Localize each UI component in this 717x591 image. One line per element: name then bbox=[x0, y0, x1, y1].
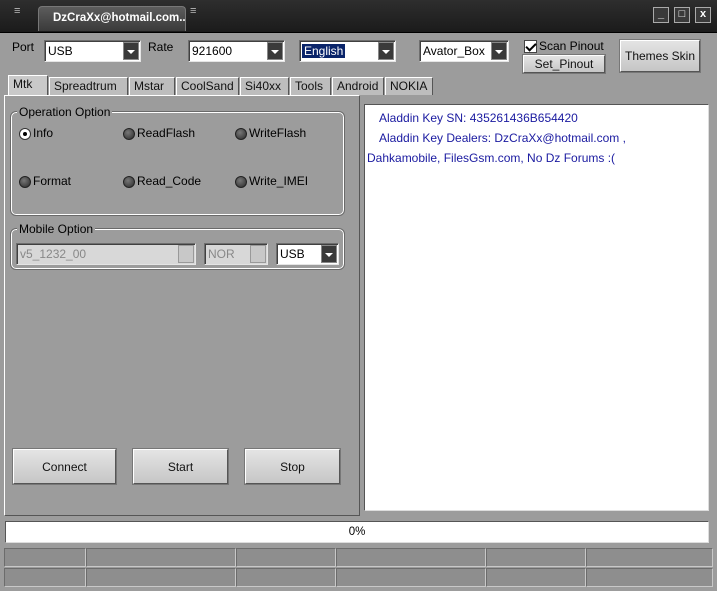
info-radio[interactable] bbox=[19, 128, 31, 140]
status-bar bbox=[0, 548, 717, 591]
box-value: Avator_Box bbox=[423, 44, 485, 58]
status-cell bbox=[586, 568, 713, 587]
tab-android[interactable]: Android bbox=[332, 77, 384, 95]
rate-label: Rate bbox=[148, 40, 174, 54]
rate-value: 921600 bbox=[192, 44, 233, 58]
flash-type-dropdown-button[interactable] bbox=[250, 245, 266, 263]
info-label: Info bbox=[33, 126, 54, 140]
log-output[interactable]: Aladdin Key SN: 435261436B654420 Aladdin… bbox=[364, 104, 709, 511]
status-cell bbox=[336, 568, 486, 587]
model-select[interactable]: v5_1232_00 bbox=[16, 243, 196, 265]
set-pinout-label: Set_Pinout bbox=[534, 57, 594, 71]
status-cell bbox=[336, 548, 486, 567]
write-imei-radio[interactable] bbox=[235, 176, 247, 188]
maximize-button[interactable]: □ bbox=[674, 7, 690, 23]
tab-nokia[interactable]: NOKIA bbox=[385, 77, 433, 95]
operation-option-title: Operation Option bbox=[17, 105, 113, 119]
log-line: Aladdin Key SN: 435261436B654420 bbox=[379, 111, 578, 125]
status-cell bbox=[236, 548, 336, 567]
right-grip-icon: ≡ bbox=[190, 5, 197, 17]
language-select[interactable]: English bbox=[299, 40, 396, 62]
tab-coolsand[interactable]: CoolSand bbox=[176, 77, 239, 95]
port-label: Port bbox=[12, 40, 35, 54]
format-label: Format bbox=[33, 174, 72, 188]
stop-label: Stop bbox=[280, 460, 305, 474]
model-dropdown-button[interactable] bbox=[178, 245, 194, 263]
port-value: USB bbox=[48, 44, 73, 58]
tab-si40xx[interactable]: Si40xx bbox=[240, 77, 289, 95]
connect-label: Connect bbox=[42, 460, 87, 474]
minimize-button[interactable]: _ bbox=[653, 7, 669, 23]
mtk-panel: Operation Option Info ReadFlash WriteFla… bbox=[4, 95, 360, 516]
log-line: Dahkamobile, FilesGsm.com, No Dz Forums … bbox=[367, 151, 616, 165]
status-cell bbox=[486, 548, 586, 567]
rate-select[interactable]: 921600 bbox=[188, 40, 285, 62]
port-select[interactable]: USB bbox=[44, 40, 141, 62]
format-radio[interactable] bbox=[19, 176, 31, 188]
connection-value: USB bbox=[280, 247, 305, 261]
themes-skin-label: Themes Skin bbox=[624, 49, 696, 63]
set-pinout-button[interactable]: Set_Pinout bbox=[522, 54, 606, 74]
writeflash-label: WriteFlash bbox=[249, 126, 307, 140]
chevron-down-icon[interactable] bbox=[321, 245, 337, 263]
tab-spreadtrum[interactable]: Spreadtrum bbox=[49, 77, 128, 95]
status-cell bbox=[86, 548, 236, 567]
box-select[interactable]: Avator_Box bbox=[419, 40, 509, 62]
status-cell bbox=[4, 548, 86, 567]
status-cell bbox=[4, 568, 86, 587]
flash-type-select[interactable]: NOR bbox=[204, 243, 268, 265]
chevron-down-icon[interactable] bbox=[267, 42, 283, 60]
mobile-option-title: Mobile Option bbox=[17, 222, 96, 236]
window-title: DzCraXx@hotmail.com.. bbox=[53, 12, 186, 24]
progress-label: 0% bbox=[348, 526, 366, 538]
themes-skin-button[interactable]: Themes Skin bbox=[619, 39, 701, 73]
language-value: English bbox=[302, 44, 346, 58]
scan-pinout-label: Scan Pinout bbox=[539, 39, 604, 53]
title-bar: ≡ DzCraXx@hotmail.com.. ≡ _ □ x bbox=[0, 0, 717, 33]
start-button[interactable]: Start bbox=[132, 448, 229, 485]
read-code-radio[interactable] bbox=[123, 176, 135, 188]
readflash-radio[interactable] bbox=[123, 128, 135, 140]
read-code-label: Read_Code bbox=[137, 174, 202, 188]
connect-button[interactable]: Connect bbox=[12, 448, 117, 485]
model-value: v5_1232_00 bbox=[20, 247, 87, 261]
write-imei-label: Write_IMEI bbox=[249, 174, 309, 188]
status-cell bbox=[586, 548, 713, 567]
scan-pinout-checkbox[interactable] bbox=[524, 40, 537, 53]
chevron-down-icon[interactable] bbox=[123, 42, 139, 60]
mobile-option-group: Mobile Option v5_1232_00 NOR USB bbox=[10, 222, 345, 270]
left-grip-icon: ≡ bbox=[14, 5, 21, 17]
writeflash-radio[interactable] bbox=[235, 128, 247, 140]
status-cell bbox=[486, 568, 586, 587]
log-line: Aladdin Key Dealers: DzCraXx@hotmail.com… bbox=[379, 131, 626, 145]
operation-option-group: Operation Option Info ReadFlash WriteFla… bbox=[10, 105, 345, 216]
readflash-label: ReadFlash bbox=[137, 126, 196, 140]
chevron-down-icon[interactable] bbox=[378, 42, 394, 60]
tab-mstar[interactable]: Mstar bbox=[129, 77, 175, 95]
chevron-down-icon[interactable] bbox=[491, 42, 507, 60]
flash-type-value: NOR bbox=[208, 247, 235, 261]
close-button[interactable]: x bbox=[695, 7, 711, 23]
progress-bar: 0% bbox=[5, 521, 709, 543]
status-cell bbox=[236, 568, 336, 587]
stop-button[interactable]: Stop bbox=[244, 448, 341, 485]
window-title-tab[interactable]: DzCraXx@hotmail.com.. bbox=[38, 6, 186, 31]
tab-mtk[interactable]: Mtk bbox=[8, 75, 48, 96]
start-label: Start bbox=[167, 460, 194, 474]
connection-select[interactable]: USB bbox=[276, 243, 339, 265]
tab-tools[interactable]: Tools bbox=[290, 77, 331, 95]
status-cell bbox=[86, 568, 236, 587]
